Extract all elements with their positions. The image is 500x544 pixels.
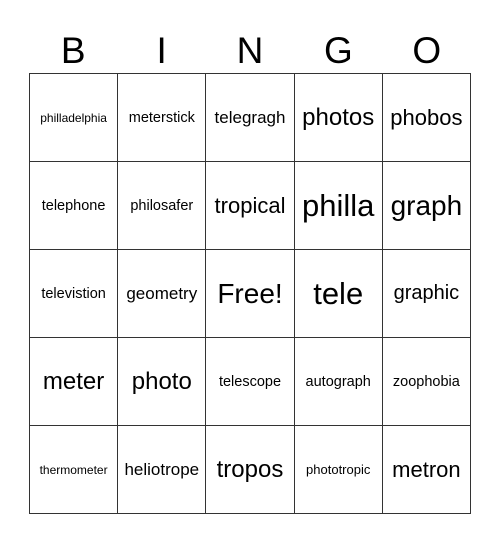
header-letter-o: O [412, 30, 442, 71]
bingo-cell[interactable]: phobos [382, 74, 471, 162]
bingo-cell[interactable]: philladelphia [30, 74, 119, 162]
bingo-cell[interactable]: autograph [294, 338, 383, 426]
bingo-cell[interactable]: tropical [206, 162, 295, 250]
bingo-cell[interactable]: telegragh [206, 74, 295, 162]
bingo-cell[interactable]: philosafer [118, 162, 207, 250]
bingo-cell[interactable]: heliotrope [118, 426, 207, 514]
bingo-cell[interactable]: phototropic [294, 426, 383, 514]
bingo-cell[interactable]: graph [382, 162, 471, 250]
header-letter-n: N [236, 30, 264, 71]
bingo-cell[interactable]: telescope [206, 338, 295, 426]
free-space-cell[interactable]: Free! [206, 250, 295, 338]
bingo-header: B I N G O [29, 28, 471, 73]
bingo-cell[interactable]: tele [294, 250, 383, 338]
bingo-cell[interactable]: graphic [382, 250, 471, 338]
bingo-cell[interactable]: photos [294, 74, 383, 162]
bingo-cell[interactable]: meter [30, 338, 119, 426]
bingo-grid: philladelphia meterstick telegragh photo… [29, 73, 471, 514]
bingo-cell[interactable]: metron [382, 426, 471, 514]
bingo-cell[interactable]: tropos [206, 426, 295, 514]
bingo-cell[interactable]: televistion [30, 250, 119, 338]
bingo-cell[interactable]: geometry [118, 250, 207, 338]
bingo-cell[interactable]: thermometer [30, 426, 119, 514]
bingo-cell[interactable]: philla [294, 162, 383, 250]
bingo-cell[interactable]: zoophobia [382, 338, 471, 426]
header-letter-i: I [156, 30, 167, 71]
bingo-cell[interactable]: photo [118, 338, 207, 426]
header-letter-b: B [60, 30, 86, 71]
bingo-cell[interactable]: telephone [30, 162, 119, 250]
bingo-cell[interactable]: meterstick [118, 74, 207, 162]
header-letter-g: G [324, 30, 353, 71]
